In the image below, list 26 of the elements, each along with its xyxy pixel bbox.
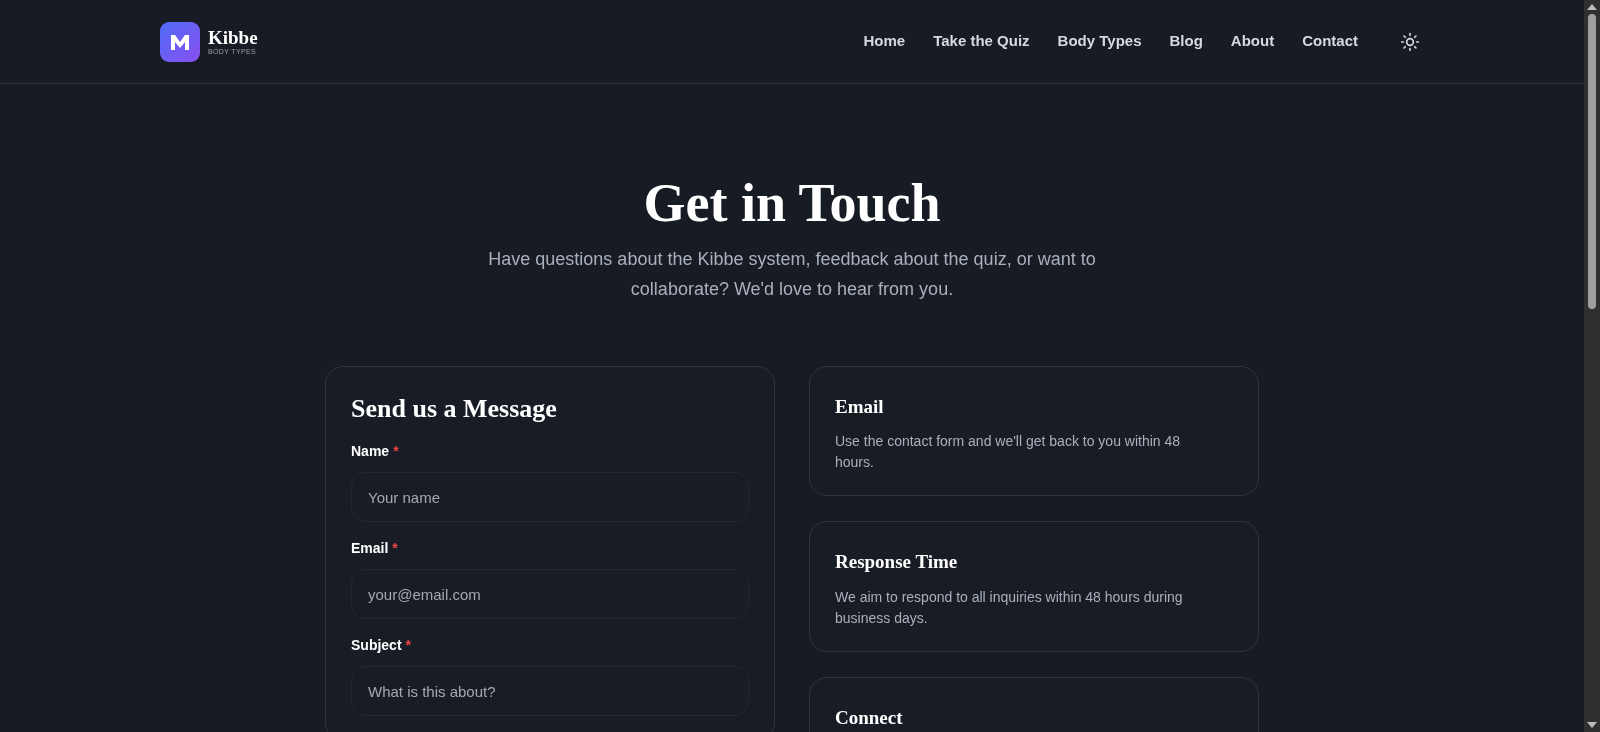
card-text: We aim to respond to all inquiries within 48 hours during business days. [835, 587, 1184, 628]
text-input-field[interactable]: Your name [351, 472, 749, 522]
scrollbar-drawing[interactable] [1584, 0, 1600, 732]
nav-link[interactable]: About [1230, 30, 1275, 53]
nav-link[interactable]: Contact [1302, 30, 1358, 53]
page-title: Get in Touch [643, 172, 941, 235]
field-label: Subject [351, 636, 402, 655]
required-mark: * [393, 442, 399, 461]
logo-name: Kibbe [208, 28, 258, 47]
field-label: Email [351, 539, 389, 558]
page-subtitle: Have questions about the Kibbe system, feedback about the quiz, or want to collaborate? We'd love to hear from you. [487, 247, 1097, 301]
field-label: Name [351, 442, 390, 461]
form-title: Send us a Message [351, 392, 558, 425]
text-input-field[interactable]: What is this about? [351, 666, 749, 716]
nav-link[interactable]: Blog [1169, 30, 1203, 53]
card-title: Response Time [835, 550, 959, 574]
card-text: Use the contact form and we'll get back to you within 48 hours. [835, 432, 1182, 472]
logo-icon [160, 21, 200, 62]
card-title: Email [835, 394, 885, 419]
card-title: Connect [835, 705, 904, 730]
nav-link[interactable]: Home [863, 30, 906, 53]
required-mark: * [405, 636, 412, 655]
required-mark: * [392, 539, 398, 558]
text-input-field[interactable]: your@email.com [351, 569, 749, 619]
nav-link[interactable]: Body Types [1057, 30, 1142, 53]
nav-link[interactable]: Take the Quiz [933, 30, 1030, 53]
